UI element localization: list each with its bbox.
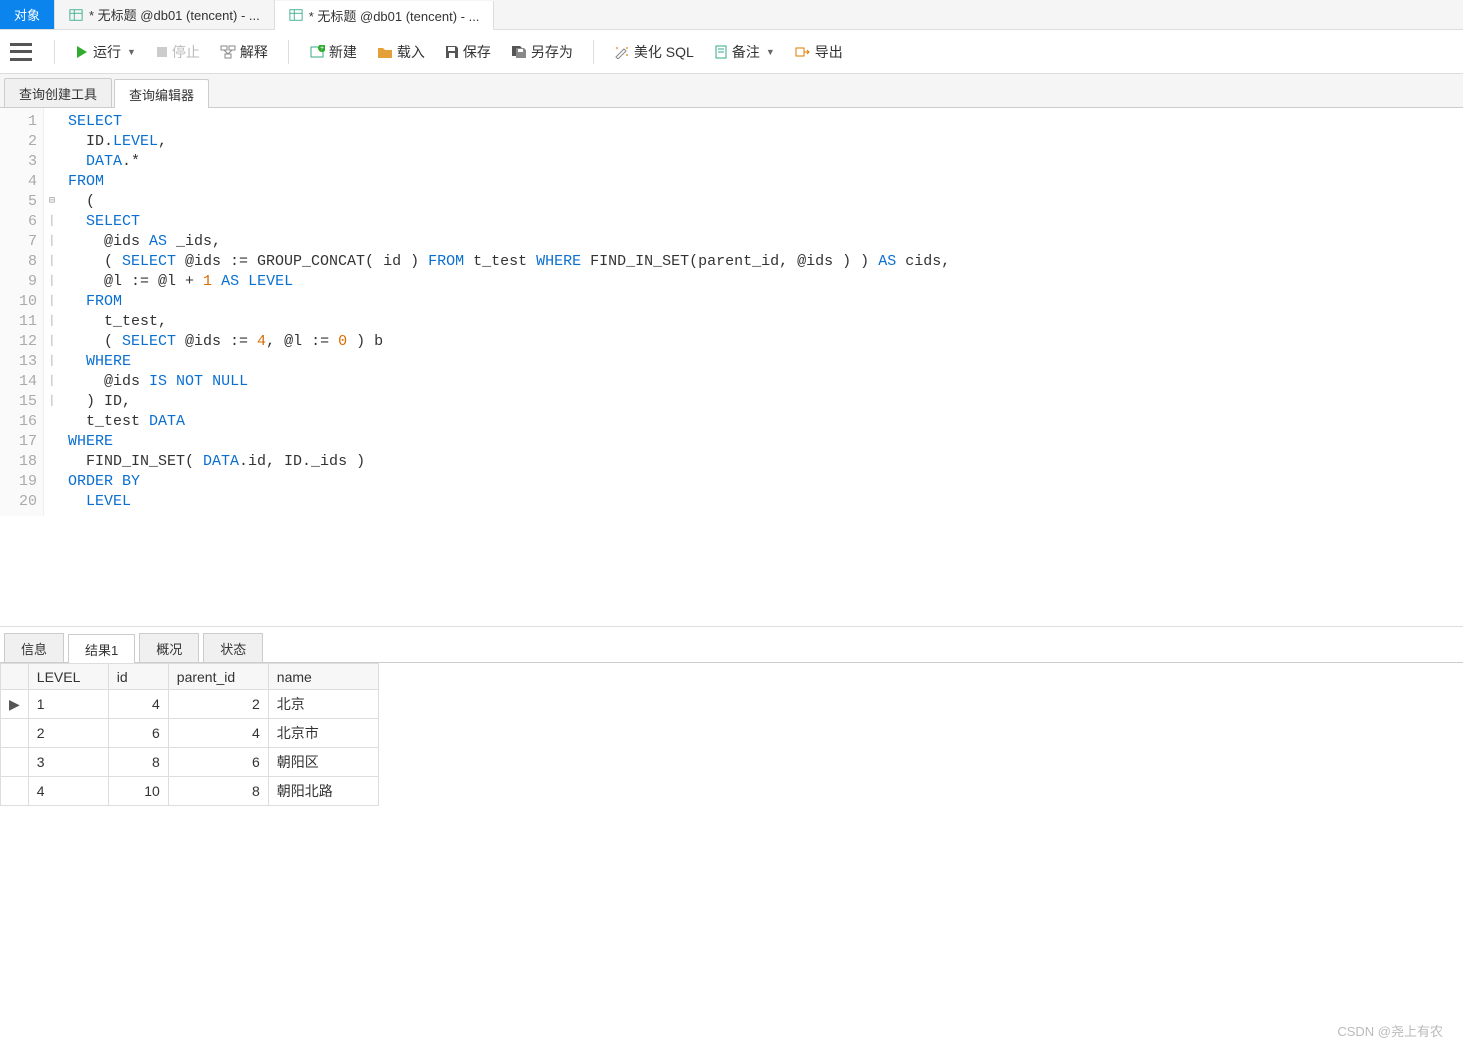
tab-label: 对象	[14, 5, 40, 24]
window-tabs: 对象 * 无标题 @db01 (tencent) - ... * 无标题 @db…	[0, 0, 1463, 30]
tab-object[interactable]: 对象	[0, 0, 55, 29]
tab-result1[interactable]: 结果1	[68, 634, 135, 663]
result-table[interactable]: LEVELidparent_idname▶142北京264北京市386朝阳区41…	[0, 663, 379, 806]
svg-text:+: +	[320, 45, 324, 52]
tab-profile[interactable]: 概况	[139, 633, 199, 662]
table-row[interactable]: 264北京市	[1, 719, 379, 748]
toolbar-label: 保存	[463, 42, 491, 62]
toolbar-label: 美化 SQL	[634, 42, 694, 62]
load-button[interactable]: 载入	[369, 38, 433, 66]
sql-editor[interactable]: 1234567891011121314151617181920 ⊟│││││││…	[0, 108, 1463, 627]
saveas-button[interactable]: 另存为	[503, 38, 581, 66]
chevron-down-icon: ▼	[127, 47, 136, 57]
toolbar-label: 另存为	[531, 42, 573, 62]
line-gutter: 1234567891011121314151617181920	[0, 108, 44, 516]
stop-button[interactable]: 停止	[148, 38, 208, 66]
query-icon	[69, 8, 83, 22]
tab-label: 查询创建工具	[19, 87, 97, 102]
result-tabs: 信息 结果1 概况 状态	[0, 627, 1463, 663]
tab-query-builder[interactable]: 查询创建工具	[4, 78, 112, 107]
watermark: CSDN @尧上有农	[1337, 1021, 1443, 1040]
tab-label: 结果1	[85, 643, 118, 658]
toolbar-label: 新建	[329, 42, 357, 62]
result-grid: LEVELidparent_idname▶142北京264北京市386朝阳区41…	[0, 663, 1463, 806]
notes-button[interactable]: 备注 ▼	[706, 38, 783, 66]
table-row[interactable]: 386朝阳区	[1, 748, 379, 777]
toolbar-label: 导出	[815, 42, 843, 62]
toolbar-label: 载入	[397, 42, 425, 62]
code-area[interactable]: SELECT ID.LEVEL, DATA.* FROM ( SELECT @i…	[60, 108, 958, 516]
toolbar-label: 停止	[172, 42, 200, 62]
save-button[interactable]: 保存	[437, 38, 499, 66]
toolbar-label: 解释	[240, 42, 268, 62]
toolbar-label: 备注	[732, 42, 760, 62]
fold-column: ⊟││││││││││	[44, 108, 60, 516]
query-icon	[289, 8, 303, 22]
run-button[interactable]: 运行 ▼	[67, 38, 144, 66]
col-id[interactable]: id	[108, 664, 168, 690]
tab-query-1[interactable]: * 无标题 @db01 (tencent) - ...	[55, 0, 275, 29]
explain-button[interactable]: 解释	[212, 38, 276, 66]
new-button[interactable]: + 新建	[301, 38, 365, 66]
tab-query-2[interactable]: * 无标题 @db01 (tencent) - ...	[275, 1, 495, 30]
tab-label: 状态	[220, 642, 246, 657]
toolbar: 运行 ▼ 停止 解释 + 新建 载入 保存 另存为 美化 SQL 备注 ▼ 导出	[0, 30, 1463, 74]
col-parent_id[interactable]: parent_id	[168, 664, 268, 690]
tab-label: * 无标题 @db01 (tencent) - ...	[309, 6, 480, 25]
tab-info[interactable]: 信息	[4, 633, 64, 662]
tab-label: 查询编辑器	[129, 88, 194, 103]
table-row[interactable]: 4108朝阳北路	[1, 777, 379, 806]
col-LEVEL[interactable]: LEVEL	[28, 664, 108, 690]
tab-label: 概况	[156, 642, 182, 657]
tab-status[interactable]: 状态	[203, 633, 263, 662]
col-name[interactable]: name	[268, 664, 378, 690]
toolbar-label: 运行	[93, 42, 121, 62]
export-button[interactable]: 导出	[787, 38, 851, 66]
table-row[interactable]: ▶142北京	[1, 690, 379, 719]
chevron-down-icon: ▼	[766, 47, 775, 57]
editor-tabs: 查询创建工具 查询编辑器	[0, 74, 1463, 108]
tab-label: 信息	[21, 642, 47, 657]
tab-query-editor[interactable]: 查询编辑器	[114, 79, 209, 108]
menu-icon[interactable]	[10, 43, 32, 61]
tab-label: * 无标题 @db01 (tencent) - ...	[89, 5, 260, 24]
beautify-button[interactable]: 美化 SQL	[606, 38, 702, 66]
